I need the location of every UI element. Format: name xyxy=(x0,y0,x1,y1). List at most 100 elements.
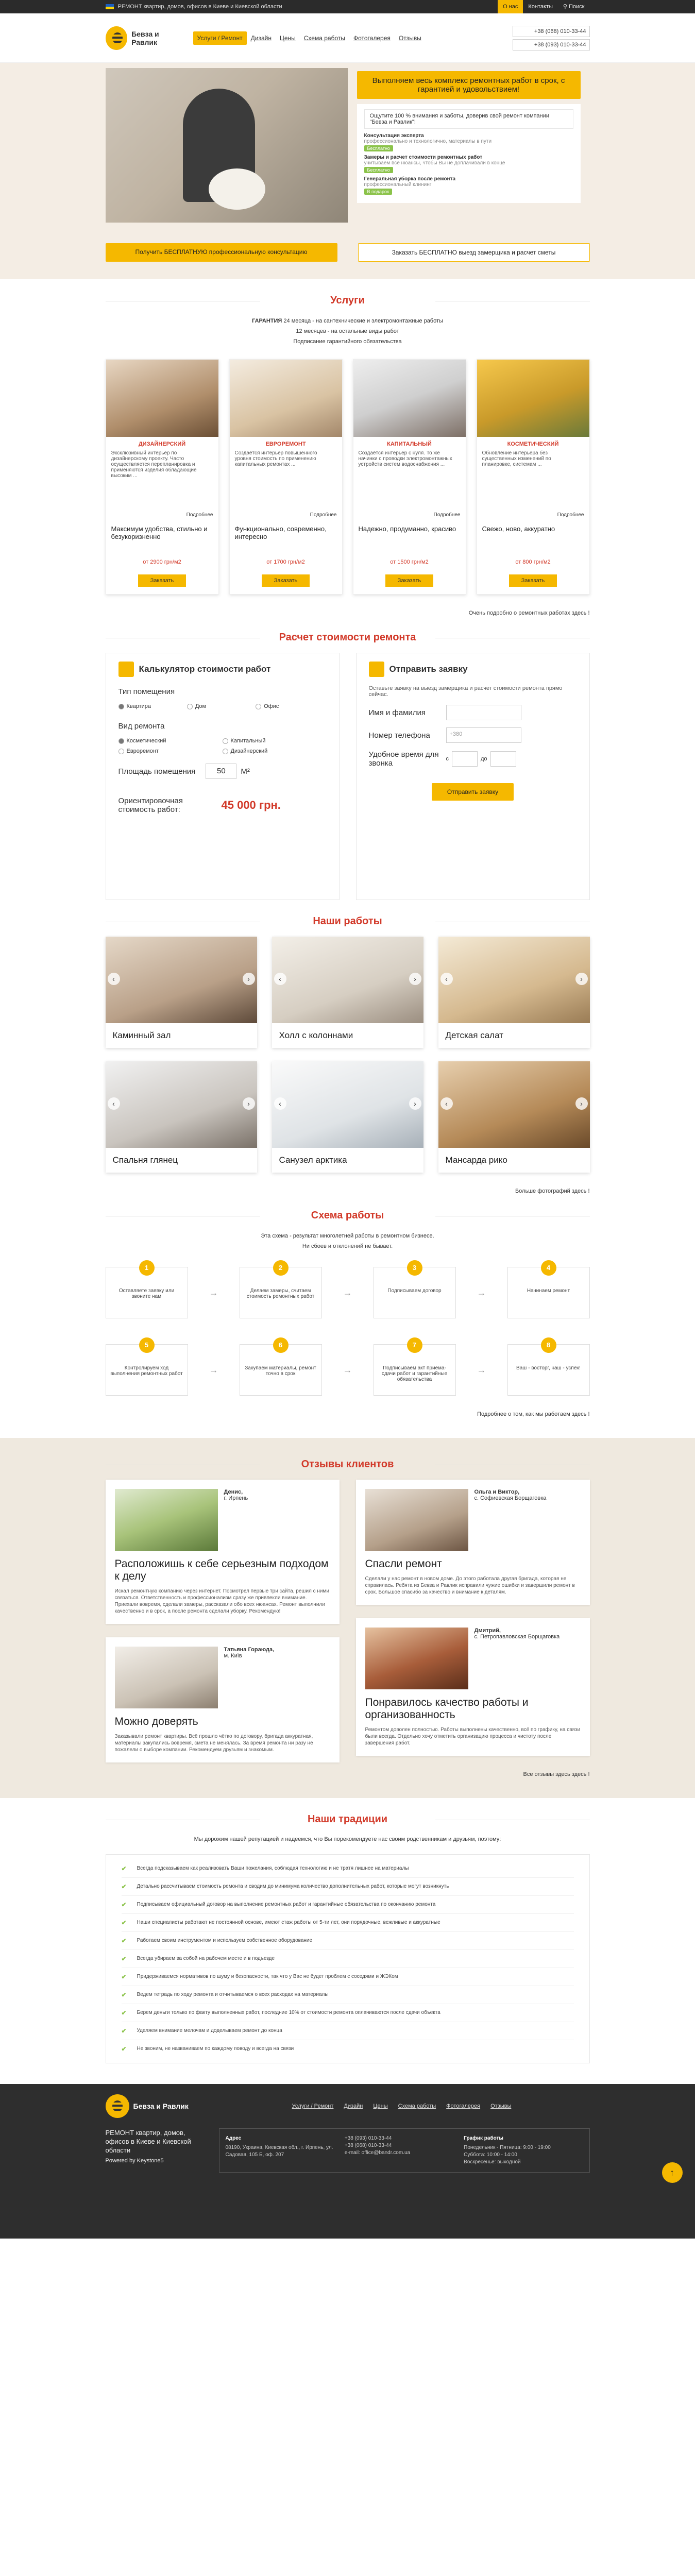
measurer-button[interactable]: Заказать БЕСПЛАТНО выезд замерщика и рас… xyxy=(358,243,590,262)
footer-nav-reviews[interactable]: Отзывы xyxy=(490,2103,511,2109)
radio-icon xyxy=(118,738,124,744)
service-card-feature: Свежо, ново, аккуратно xyxy=(482,525,555,533)
scheme-step: 1 Оставляете заявку или звоните нам xyxy=(105,1260,188,1318)
footer-nav-scheme[interactable]: Схема работы xyxy=(398,2103,436,2109)
tradition-text: Наши специалисты работают не постоянной … xyxy=(137,1920,440,1925)
chevron-right-icon[interactable]: › xyxy=(409,973,421,985)
time-to-input[interactable] xyxy=(490,751,516,767)
time-from-input[interactable] xyxy=(452,751,478,767)
footer-phone[interactable]: +38 (093) 010-33-44 xyxy=(345,2135,459,2142)
check-icon: ✔ xyxy=(121,1883,127,1890)
submit-request-button[interactable]: Отправить заявку xyxy=(431,783,514,801)
kind-radio-euro[interactable]: Евроремонт xyxy=(118,748,223,754)
tradition-text: Берем деньги только по факту выполненных… xyxy=(137,2010,440,2015)
more-link[interactable]: Подробнее xyxy=(230,511,342,519)
tradition-item: ✔ Берем деньги только по факту выполненны… xyxy=(121,2004,574,2022)
nav-prices[interactable]: Цены xyxy=(276,31,300,45)
phone-input[interactable]: +380 xyxy=(446,727,521,743)
topbar-link-contacts[interactable]: Контакты xyxy=(523,0,558,13)
services-more-link[interactable]: здесь ! xyxy=(572,610,590,616)
type-radio-house[interactable]: Дом xyxy=(187,703,256,709)
works-more-link[interactable]: здесь ! xyxy=(572,1188,590,1194)
chevron-right-icon[interactable]: › xyxy=(575,1097,588,1110)
scroll-up-button[interactable]: ↑ xyxy=(662,2162,683,2183)
kind-radio-capital[interactable]: Капитальный xyxy=(222,738,327,744)
phone-2[interactable]: +38 (093) 010-33-44 xyxy=(512,39,590,50)
radio-label: Квартира xyxy=(126,703,151,709)
footer-developer[interactable]: Powered by Keystone5 xyxy=(106,2158,209,2164)
more-link[interactable]: Подробнее xyxy=(106,511,218,519)
main-nav: Услуги / Ремонт Дизайн Цены Схема работы… xyxy=(193,31,513,45)
chevron-right-icon[interactable]: › xyxy=(242,1097,255,1110)
work-card[interactable]: ‹ › Холл с колоннами xyxy=(272,937,423,1048)
review-card: Дмитрий, с. Петропавловская Борщаговка По… xyxy=(355,1618,590,1756)
more-link[interactable]: Подробнее xyxy=(477,511,589,519)
chevron-left-icon[interactable]: ‹ xyxy=(440,1097,453,1110)
kind-radio-designer[interactable]: Дизайнерский xyxy=(222,748,327,754)
chevron-right-icon[interactable]: › xyxy=(409,1097,421,1110)
work-card[interactable]: ‹ › Детская салат xyxy=(438,937,590,1048)
work-card[interactable]: ‹ › Спальня глянец xyxy=(105,1061,257,1173)
work-card[interactable]: ‹ › Каминный зал xyxy=(105,937,257,1048)
chevron-left-icon[interactable]: ‹ xyxy=(107,973,120,985)
footer-logo[interactable]: Бевза и Равлик xyxy=(105,2094,214,2118)
service-card-label: КАПИТАЛЬНЫЙ xyxy=(387,441,432,447)
chevron-right-icon[interactable]: › xyxy=(575,973,588,985)
order-button[interactable]: Заказать xyxy=(385,574,434,587)
service-card-label: КОСМЕТИЧЕСКИЙ xyxy=(507,441,559,447)
reviews-more-link[interactable]: здесь ! xyxy=(572,1771,590,1777)
order-button[interactable]: Заказать xyxy=(261,574,310,587)
more-link[interactable]: Подробнее xyxy=(353,511,466,519)
chevron-left-icon[interactable]: ‹ xyxy=(440,973,453,985)
work-title: Санузел арктика xyxy=(279,1155,347,1165)
tradition-item: ✔ Придерживаемся нормативов по шуму и без… xyxy=(121,1968,574,1986)
type-radio-apartment[interactable]: Квартира xyxy=(118,703,187,709)
tradition-text: Не звоним, не названиваем по каждому пов… xyxy=(137,2046,294,2052)
time-label: Удобное время для звонка xyxy=(368,750,439,768)
order-button[interactable]: Заказать xyxy=(508,574,557,587)
work-card[interactable]: ‹ › Санузел арктика xyxy=(272,1061,423,1173)
tradition-item: ✔ Наши специалисты работают не постоянной… xyxy=(121,1914,574,1932)
phone-1[interactable]: +38 (068) 010-33-44 xyxy=(512,26,590,37)
order-button[interactable]: Заказать xyxy=(138,574,187,587)
nav-scheme[interactable]: Схема работы xyxy=(300,31,349,45)
footer-nav-gallery[interactable]: Фотогалерея xyxy=(446,2103,480,2109)
scheme-more-link[interactable]: здесь ! xyxy=(572,1411,590,1417)
nav-gallery[interactable]: Фотогалерея xyxy=(349,31,395,45)
check-icon: ✔ xyxy=(121,2027,127,2035)
chevron-right-icon[interactable]: › xyxy=(242,973,255,985)
nav-design[interactable]: Дизайн xyxy=(247,31,276,45)
scheme-title: Схема работы xyxy=(105,1210,590,1222)
area-input[interactable]: 50 xyxy=(206,764,237,779)
nav-reviews[interactable]: Отзывы xyxy=(395,31,426,45)
step-text: Подписываем договор xyxy=(387,1288,442,1294)
radio-icon xyxy=(256,703,262,709)
nav-services[interactable]: Услуги / Ремонт xyxy=(193,31,247,45)
footer-nav-prices[interactable]: Цены xyxy=(373,2103,387,2109)
service-card-desc: Создаётся интерьер с нуля. То же начинки… xyxy=(358,450,452,467)
tradition-item: ✔ Не звоним, не названиваем по каждому по… xyxy=(122,2040,574,2058)
search-button[interactable]: ⚲ Поиск xyxy=(558,0,590,13)
type-radio-office[interactable]: Офис xyxy=(256,703,324,709)
logo[interactable]: Бевза и Равлик xyxy=(105,26,183,50)
footer-phone[interactable]: +38 (068) 010-33-44 xyxy=(345,2142,459,2149)
consultation-button[interactable]: Получить БЕСПЛАТНУЮ профессиональную кон… xyxy=(105,243,337,262)
kind-radio-cosmetic[interactable]: Косметический xyxy=(118,738,223,744)
footer-nav-services[interactable]: Услуги / Ремонт xyxy=(292,2103,334,2109)
work-image: ‹ › xyxy=(272,937,423,1023)
footer-nav-design[interactable]: Дизайн xyxy=(344,2103,363,2109)
chevron-left-icon[interactable]: ‹ xyxy=(274,1097,286,1110)
tradition-text: Подписываем официальный договор на выпол… xyxy=(137,1902,436,1907)
review-text: Ремонтом доволен полностью. Работы выпол… xyxy=(365,1727,581,1746)
footer-email[interactable]: e-mail: office@bandr.com.ua xyxy=(345,2149,459,2157)
topbar: РЕМОНТ квартир, домов, офисов в Киеве и … xyxy=(0,0,695,13)
work-card[interactable]: ‹ › Мансарда рико xyxy=(438,1061,590,1173)
name-input[interactable] xyxy=(446,705,521,720)
hero-dog xyxy=(208,168,265,210)
chevron-left-icon[interactable]: ‹ xyxy=(107,1097,120,1110)
search-icon: ⚲ xyxy=(563,4,567,10)
review-text: Сделали у нас ремонт в новом доме. До эт… xyxy=(365,1576,575,1595)
phone-label: Номер телефона xyxy=(368,731,430,740)
topbar-link-about[interactable]: О нас xyxy=(498,0,523,13)
chevron-left-icon[interactable]: ‹ xyxy=(274,973,286,985)
